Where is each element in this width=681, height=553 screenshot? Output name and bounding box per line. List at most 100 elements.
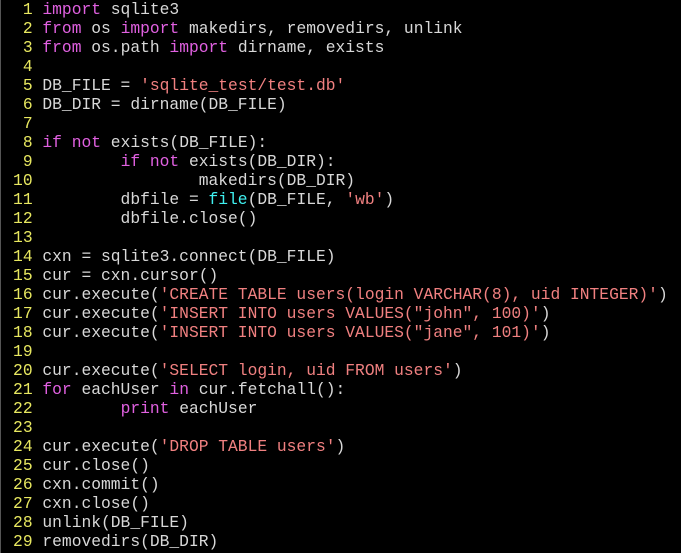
line-number: 5 — [22, 76, 33, 95]
code-text: ) — [540, 304, 551, 323]
line-number: 1 — [22, 0, 33, 19]
code-text: ) — [452, 361, 463, 380]
line-number: 28 — [13, 513, 33, 532]
string-token: 'sqlite_test/test.db' — [140, 76, 346, 95]
code-text: os — [81, 19, 121, 38]
keyword-token: import — [169, 38, 229, 57]
code-line[interactable]: 9 if not exists(DB_DIR): — [1, 152, 681, 171]
code-line[interactable]: 29 removedirs(DB_DIR) — [1, 532, 681, 551]
code-line[interactable]: 18 cur.execute('INSERT INTO users VALUES(… — [1, 323, 681, 342]
code-line[interactable]: 6 DB_DIR = dirname(DB_FILE) — [1, 95, 681, 114]
line-number: 6 — [22, 95, 33, 114]
line-number: 7 — [22, 114, 33, 133]
code-text: removedirs(DB_DIR) — [42, 532, 219, 551]
code-line[interactable]: 10 makedirs(DB_DIR) — [1, 171, 681, 190]
builtin-token: file — [208, 190, 248, 209]
line-number: 23 — [13, 418, 33, 437]
code-line[interactable]: 17 cur.execute('INSERT INTO users VALUES(… — [1, 304, 681, 323]
code-line[interactable]: 2 from os import makedirs, removedirs, un… — [1, 19, 681, 38]
keyword-token: not — [149, 152, 180, 171]
line-number: 26 — [13, 475, 33, 494]
code-text: ) — [540, 323, 551, 342]
keyword-token: for — [42, 380, 72, 399]
code-text: sqlite3 — [101, 0, 180, 19]
code-text: dbfile.close() — [42, 209, 258, 228]
code-editor[interactable]: 1 import sqlite3 2 from os import makedirs,… — [0, 0, 681, 553]
line-number: 10 — [13, 171, 33, 190]
code-text: unlink(DB_FILE) — [42, 513, 189, 532]
line-number: 25 — [13, 456, 33, 475]
code-line[interactable]: 27 cxn.close() — [1, 494, 681, 513]
line-number: 12 — [13, 209, 33, 228]
code-text: cur.execute( — [42, 304, 160, 323]
line-number: 21 — [13, 380, 33, 399]
keyword-token: import — [42, 0, 102, 19]
line-number: 29 — [13, 532, 33, 551]
code-text: exists(DB_FILE): — [101, 133, 268, 152]
code-text: exists(DB_DIR): — [179, 152, 336, 171]
code-line[interactable]: 21 for eachUser in cur.fetchall(): — [1, 380, 681, 399]
code-text: dbfile = — [42, 190, 209, 209]
code-line[interactable]: 19 — [1, 342, 681, 361]
code-line[interactable]: 16 cur.execute('CREATE TABLE users(login … — [1, 285, 681, 304]
code-line[interactable]: 13 — [1, 228, 681, 247]
code-text: cur.execute( — [42, 361, 160, 380]
code-text: ) — [657, 285, 668, 304]
code-line[interactable]: 1 import sqlite3 — [1, 0, 681, 19]
string-token: 'INSERT INTO users VALUES("john", 100)' — [159, 304, 541, 323]
code-line[interactable]: 11 dbfile = file(DB_FILE, 'wb') — [1, 190, 681, 209]
code-line[interactable]: 26 cxn.commit() — [1, 475, 681, 494]
code-text: DB_DIR = dirname(DB_FILE) — [42, 95, 287, 114]
code-line[interactable]: 3 from os.path import dirname, exists — [1, 38, 681, 57]
code-line[interactable]: 4 — [1, 57, 681, 76]
code-line[interactable]: 28 unlink(DB_FILE) — [1, 513, 681, 532]
code-line[interactable]: 24 cur.execute('DROP TABLE users') — [1, 437, 681, 456]
code-line[interactable]: 8 if not exists(DB_FILE): — [1, 133, 681, 152]
code-text: eachUser — [169, 399, 258, 418]
code-text: cur.execute( — [42, 437, 160, 456]
code-line[interactable]: 23 — [1, 418, 681, 437]
string-token: 'CREATE TABLE users(login VARCHAR(8), ui… — [159, 285, 658, 304]
code-line[interactable]: 7 — [1, 114, 681, 133]
line-number: 27 — [13, 494, 33, 513]
keyword-token: from — [42, 19, 82, 38]
code-line[interactable]: 12 dbfile.close() — [1, 209, 681, 228]
line-number: 24 — [13, 437, 33, 456]
line-number: 19 — [13, 342, 33, 361]
code-text: cur = cxn.cursor() — [42, 266, 219, 285]
keyword-token: if — [42, 133, 62, 152]
code-text: cur.execute( — [42, 285, 160, 304]
code-text: makedirs, removedirs, unlink — [179, 19, 463, 38]
code-text: cxn.commit() — [42, 475, 160, 494]
code-text: cxn.close() — [42, 494, 150, 513]
code-line[interactable]: 5 DB_FILE = 'sqlite_test/test.db' — [1, 76, 681, 95]
keyword-token: not — [71, 133, 102, 152]
string-token: 'wb' — [345, 190, 385, 209]
line-number: 8 — [22, 133, 33, 152]
code-text: cur.close() — [42, 456, 150, 475]
code-text: eachUser — [71, 380, 170, 399]
code-line[interactable]: 20 cur.execute('SELECT login, uid FROM us… — [1, 361, 681, 380]
keyword-token: if — [120, 152, 141, 171]
line-number: 9 — [22, 152, 33, 171]
code-line[interactable]: 22 print eachUser — [1, 399, 681, 418]
line-number: 17 — [13, 304, 33, 323]
code-line[interactable]: 15 cur = cxn.cursor() — [1, 266, 681, 285]
code-text: DB_FILE = — [42, 76, 141, 95]
keyword-token: print — [120, 399, 170, 418]
code-text: cxn = sqlite3.connect(DB_FILE) — [42, 247, 336, 266]
code-text: cur.fetchall(): — [188, 380, 346, 399]
code-text: (DB_FILE, — [247, 190, 346, 209]
line-number: 2 — [22, 19, 33, 38]
code-line[interactable]: 14 cxn = sqlite3.connect(DB_FILE) — [1, 247, 681, 266]
keyword-token: from — [42, 38, 82, 57]
code-text: cur.execute( — [42, 323, 160, 342]
line-number: 4 — [22, 57, 33, 76]
code-line[interactable]: 25 cur.close() — [1, 456, 681, 475]
keyword-token: in — [169, 380, 189, 399]
line-number: 14 — [13, 247, 33, 266]
